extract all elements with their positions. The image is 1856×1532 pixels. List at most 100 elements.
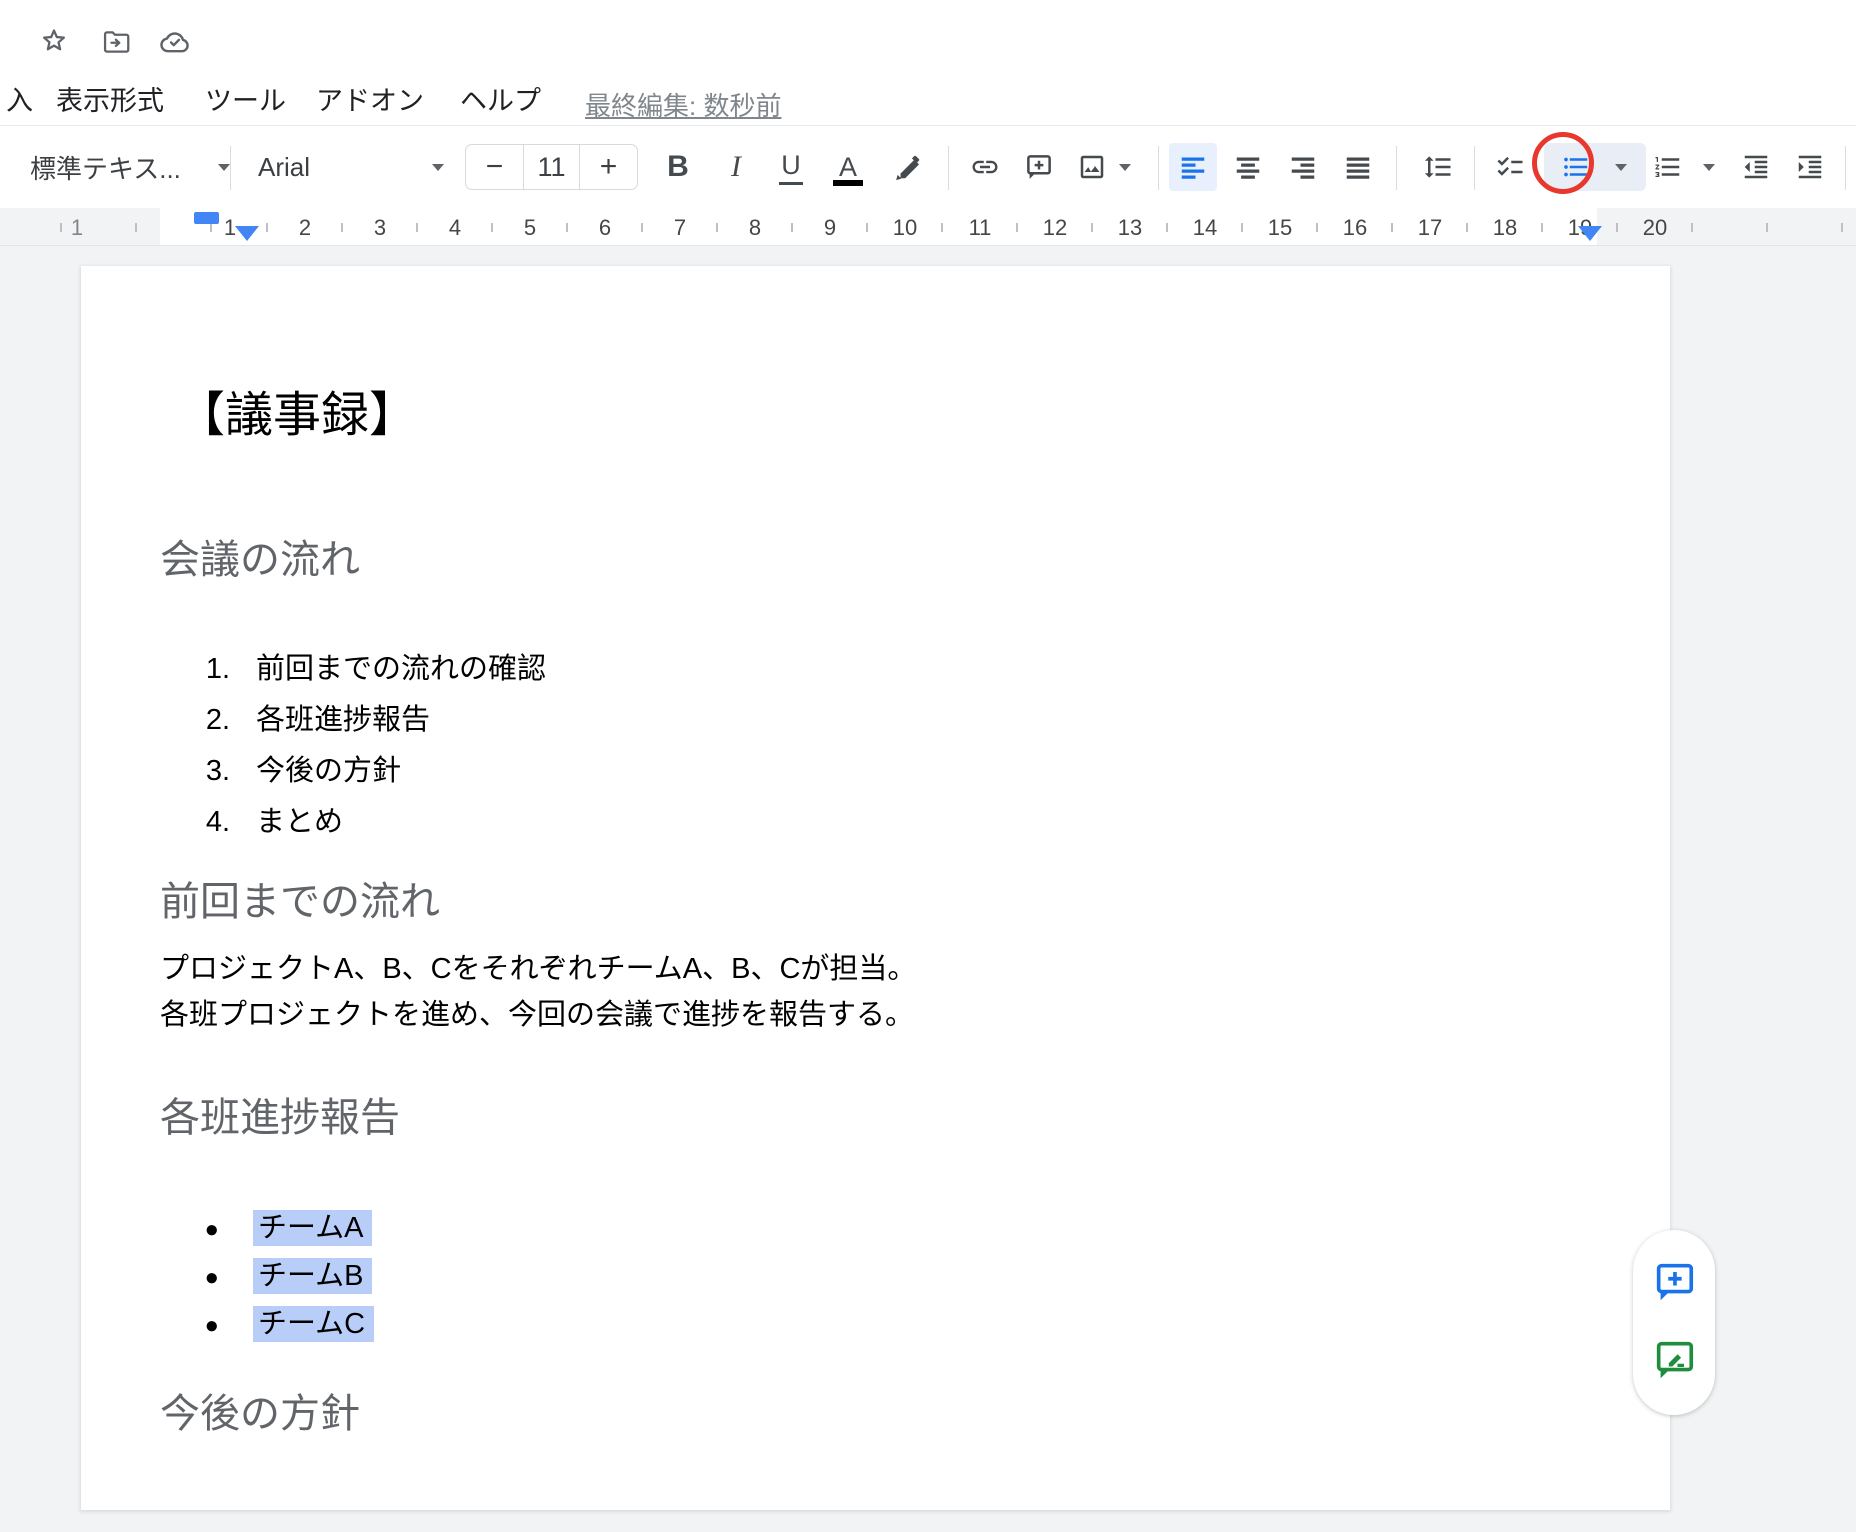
heading-policy: 今後の方針 [160,1390,360,1438]
toolbar-divider [948,146,949,190]
bulleted-list-menu-arrow[interactable] [1610,143,1632,191]
list-item: 2. 各班進捗報告 [81,695,546,746]
font-size-value[interactable]: 11 [523,145,580,189]
agenda-numbered-list: 1.前回までの流れの確認 2.各班進捗報告 3.今後の方針 4.まとめ [81,644,546,848]
google-docs-app: 入 表示形式 ツール アドオン ヘルプ 最終編集: 数秒前 標準テキス... A… [0,0,1856,1532]
list-item: ●チームA [81,1204,374,1252]
ruler-number: 5 [524,215,536,241]
top-bar: 入 表示形式 ツール アドオン ヘルプ 最終編集: 数秒前 [0,0,1856,125]
toolbar-divider [1158,146,1159,190]
numbered-list-menu-arrow[interactable] [1698,143,1720,191]
paragraph-line: 各班プロジェクトを進め、今回の会議で進捗を報告する。 [160,992,916,1038]
menu-item-format[interactable]: 表示形式 [56,84,164,118]
bullet-glyph: ● [81,1302,219,1350]
numbered-list-button[interactable] [1644,143,1692,191]
ruler-number: 18 [1493,215,1517,241]
ruler-number: 7 [674,215,686,241]
align-center-button[interactable] [1224,143,1272,191]
document-title: 【議事録】 [177,386,417,446]
add-comment-button[interactable] [1015,143,1063,191]
insert-image-menu-arrow[interactable] [1114,143,1136,191]
line-spacing-button[interactable] [1414,143,1462,191]
decrease-indent-icon [1741,152,1771,182]
last-edit-link[interactable]: 最終編集: 数秒前 [585,86,781,123]
left-indent-marker[interactable] [235,226,259,241]
list-text: まとめ [256,806,343,838]
menu-item-addons[interactable]: アドオン [316,84,424,118]
current-color-swatch [833,180,863,186]
list-number: 4. [81,797,230,848]
chevron-down-icon [1119,164,1131,171]
text-color-button[interactable]: A [824,143,872,191]
list-number: 1. [81,644,230,695]
body-paragraph: プロジェクトA、B、CをそれぞれチームA、B、Cが担当。 各班プロジェクトを進め… [160,946,916,1038]
decrease-indent-button[interactable] [1732,143,1780,191]
ruler-number: 13 [1118,215,1142,241]
bold-icon: B [667,150,689,184]
highlight-color-button[interactable] [884,143,932,191]
decrease-font-size-button[interactable]: − [466,145,523,189]
link-icon [970,152,1000,182]
line-spacing-icon [1423,152,1453,182]
increase-indent-icon [1795,152,1825,182]
heading-previous: 前回までの流れ [160,878,440,926]
insert-image-button[interactable] [1068,143,1116,191]
list-text: 各班進捗報告 [256,704,430,736]
ruler-number: 17 [1418,215,1442,241]
list-text: 前回までの流れの確認 [256,653,546,685]
list-item: ●チームB [81,1252,374,1300]
align-center-icon [1233,152,1263,182]
heading-agenda: 会議の流れ [160,536,360,584]
underline-button[interactable]: U [767,143,815,191]
justify-icon [1343,152,1373,182]
menu-item-help[interactable]: ヘルプ [460,84,541,118]
ruler-margin-number: 1 [71,215,83,241]
document-page[interactable]: 【議事録】 会議の流れ 1.前回までの流れの確認 2.各班進捗報告 3.今後の方… [81,266,1670,1510]
list-number: 2. [81,695,230,746]
paragraph-line: プロジェクトA、B、CをそれぞれチームA、B、Cが担当。 [160,946,916,992]
list-item: 1. 前回までの流れの確認 [81,644,546,695]
ruler-number: 6 [599,215,611,241]
add-comment-margin-button[interactable] [1650,1258,1698,1306]
align-left-button[interactable] [1169,143,1217,191]
checklist-button[interactable] [1486,143,1534,191]
checklist-icon [1495,152,1525,182]
right-indent-marker[interactable] [1578,226,1602,241]
font-family-selector[interactable]: Arial [258,143,444,191]
highlight-pen-icon [893,152,923,182]
chevron-down-icon [432,164,444,171]
cloud-check-icon [157,24,193,60]
underline-icon: U [779,150,803,185]
ruler-number: 12 [1043,215,1067,241]
margin-action-pill [1633,1230,1715,1415]
first-line-indent-marker[interactable] [194,212,219,224]
menu-item-tools[interactable]: ツール [205,84,286,118]
star-icon[interactable] [36,24,72,60]
bold-button[interactable]: B [654,143,702,191]
selected-text: チームA [253,1210,372,1246]
chevron-down-icon [1615,164,1627,171]
ruler-number: 3 [374,215,386,241]
italic-button[interactable]: I [712,143,760,191]
add-comment-icon [1651,1259,1697,1305]
move-folder-icon[interactable] [98,24,134,60]
increase-indent-button[interactable] [1786,143,1834,191]
italic-icon: I [731,150,741,184]
editing-mode-button[interactable] [1650,1336,1698,1384]
align-left-icon [1178,152,1208,182]
insert-link-button[interactable] [961,143,1009,191]
ruler-number: 20 [1643,215,1667,241]
selected-text: チームC [253,1306,374,1342]
align-right-button[interactable] [1279,143,1327,191]
paragraph-style-value: 標準テキス... [30,149,181,186]
menu-item-insert-clipped[interactable]: 入 [6,84,33,118]
align-right-icon [1288,152,1318,182]
increase-font-size-button[interactable]: + [580,145,637,189]
ruler-number: 9 [824,215,836,241]
red-circle-annotation [1532,132,1594,194]
ruler-number: 11 [969,215,992,241]
justify-button[interactable] [1334,143,1382,191]
paragraph-style-selector[interactable]: 標準テキス... [30,143,230,191]
font-size-control: − 11 + [465,144,638,190]
team-bulleted-list: ●チームA ●チームB ● チームC [81,1204,374,1348]
